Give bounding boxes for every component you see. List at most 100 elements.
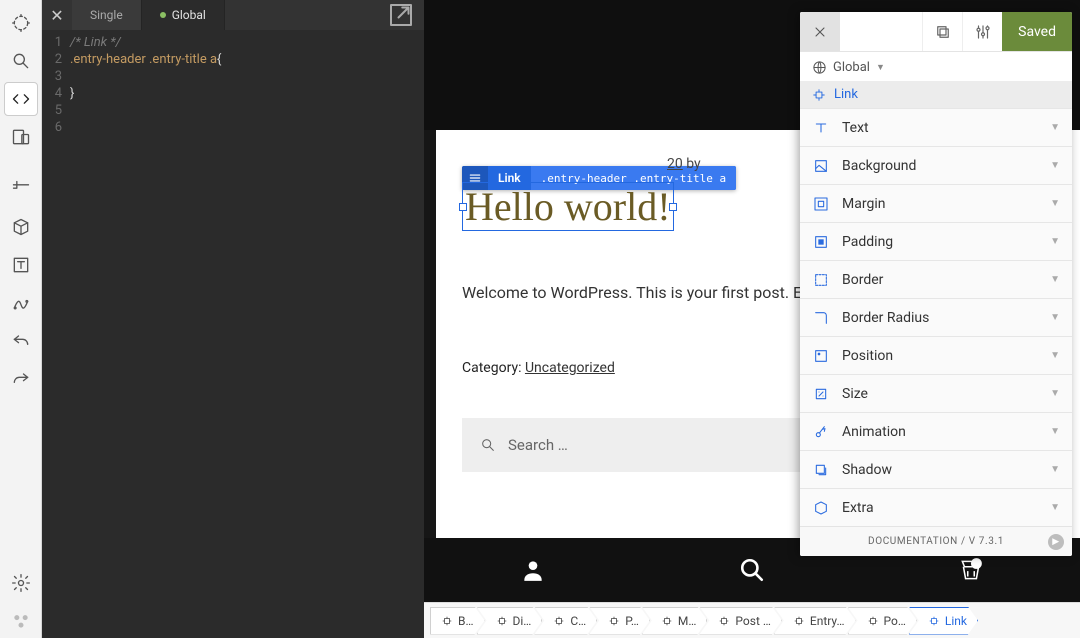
section-label: Border Radius bbox=[842, 310, 929, 326]
target-icon bbox=[553, 615, 565, 627]
section-extra[interactable]: Extra ▼ bbox=[800, 488, 1072, 526]
post-by-label: by bbox=[683, 156, 701, 172]
breadcrumb-seg[interactable]: Link bbox=[909, 607, 978, 635]
devices-icon[interactable] bbox=[4, 120, 38, 154]
breadcrumb-seg[interactable]: Di… bbox=[477, 607, 543, 635]
code-icon[interactable] bbox=[4, 82, 38, 116]
code-tabs: ✕ Single Global bbox=[42, 0, 424, 30]
selected-element-row[interactable]: Link bbox=[800, 81, 1072, 108]
section-margin[interactable]: Margin▼ bbox=[800, 184, 1072, 222]
play-icon[interactable]: ▶ bbox=[1048, 534, 1064, 550]
chevron-down-icon: ▼ bbox=[1050, 312, 1060, 323]
section-text[interactable]: Text▼ bbox=[800, 108, 1072, 146]
target-icon bbox=[441, 615, 453, 627]
search-icon[interactable] bbox=[4, 44, 38, 78]
section-label: Extra bbox=[842, 500, 874, 516]
section-label: Shadow bbox=[842, 462, 892, 478]
breadcrumb-label: Post … bbox=[735, 614, 770, 628]
section-size[interactable]: Size▼ bbox=[800, 374, 1072, 412]
copy-icon[interactable] bbox=[922, 12, 962, 51]
box-icon[interactable] bbox=[4, 210, 38, 244]
section-position[interactable]: Position ▼ bbox=[800, 336, 1072, 374]
code-editor[interactable]: 1/* Link */2.entry-header .entry-title a… bbox=[42, 30, 424, 638]
target-icon bbox=[812, 88, 826, 102]
section-label: Animation bbox=[842, 424, 906, 440]
section-icon bbox=[812, 271, 830, 289]
post-date-partial[interactable]: 20 bbox=[667, 156, 683, 172]
chevron-down-icon: ▼ bbox=[1050, 198, 1060, 209]
section-icon bbox=[812, 309, 830, 327]
section-animation[interactable]: Animation▼ bbox=[800, 412, 1072, 450]
section-label: Position bbox=[842, 348, 893, 364]
target-icon bbox=[867, 615, 879, 627]
search-icon bbox=[480, 437, 496, 453]
section-border[interactable]: Border ▼ bbox=[800, 260, 1072, 298]
section-background[interactable]: Background▼ bbox=[800, 146, 1072, 184]
chevron-down-icon: ▼ bbox=[1050, 122, 1060, 133]
left-toolbar bbox=[0, 0, 42, 638]
target-icon bbox=[718, 615, 730, 627]
section-icon bbox=[812, 233, 830, 251]
post-title-link[interactable]: Hello world! bbox=[462, 182, 674, 231]
selector-tool-icon[interactable] bbox=[4, 6, 38, 40]
chevron-down-icon: ▼ bbox=[1050, 274, 1060, 285]
section-icon bbox=[812, 119, 830, 137]
scope-label: Global bbox=[833, 60, 870, 75]
style-panel-top: Saved bbox=[800, 12, 1072, 52]
target-icon bbox=[608, 615, 620, 627]
chevron-down-icon: ▼ bbox=[876, 62, 885, 73]
section-padding[interactable]: Padding▼ bbox=[800, 222, 1072, 260]
saved-status: Saved bbox=[1002, 12, 1072, 51]
search-placeholder: Search … bbox=[508, 436, 568, 454]
selected-element-label: Link bbox=[834, 87, 858, 102]
breadcrumb-label: Di… bbox=[513, 614, 532, 628]
section-border-radius[interactable]: Border Radius ▼ bbox=[800, 298, 1072, 336]
chevron-down-icon: ▼ bbox=[1050, 502, 1060, 513]
breadcrumb-seg[interactable]: Entry… bbox=[774, 607, 856, 635]
section-label: Border bbox=[842, 272, 883, 288]
settings-sliders-icon[interactable] bbox=[962, 12, 1002, 51]
dom-breadcrumb: B… Di… C… P…M… Post … Entry…Po…Link bbox=[424, 602, 1080, 638]
section-shadow[interactable]: Shadow ▼ bbox=[800, 450, 1072, 488]
popout-icon[interactable] bbox=[386, 0, 416, 30]
tab-label: Global bbox=[172, 8, 206, 22]
breadcrumb-seg[interactable]: B… bbox=[430, 607, 485, 635]
chevron-down-icon: ▼ bbox=[1050, 388, 1060, 399]
breadcrumb-seg[interactable]: Post … bbox=[699, 607, 781, 635]
breadcrumb-seg[interactable]: M… bbox=[642, 607, 708, 635]
style-sections: Text▼Background▼Margin▼Padding▼Border▼Bo… bbox=[800, 108, 1072, 526]
chevron-down-icon: ▼ bbox=[1050, 236, 1060, 247]
close-code-panel-button[interactable]: ✕ bbox=[42, 0, 72, 30]
chevron-down-icon: ▼ bbox=[1050, 350, 1060, 361]
breadcrumb-label: C… bbox=[570, 614, 586, 628]
code-panel: ✕ Single Global 1/* Link */2.entry-heade… bbox=[42, 0, 424, 638]
breadcrumb-seg[interactable]: Po… bbox=[848, 607, 917, 635]
post-meta: 20 by bbox=[667, 156, 701, 172]
settings-icon[interactable] bbox=[4, 566, 38, 600]
account-icon[interactable] bbox=[424, 538, 643, 602]
close-panel-button[interactable] bbox=[800, 12, 840, 51]
target-icon bbox=[496, 615, 508, 627]
undo-icon[interactable] bbox=[4, 324, 38, 358]
modules-icon[interactable] bbox=[4, 604, 38, 638]
breadcrumb-label: P… bbox=[625, 614, 639, 628]
breadcrumb-seg[interactable]: C… bbox=[534, 607, 597, 635]
target-icon bbox=[793, 615, 805, 627]
section-icon bbox=[812, 157, 830, 175]
typography-icon[interactable] bbox=[4, 248, 38, 282]
redo-icon[interactable] bbox=[4, 362, 38, 396]
lint-icon[interactable] bbox=[4, 286, 38, 320]
section-icon bbox=[812, 499, 830, 517]
scope-selector[interactable]: Global ▼ bbox=[800, 52, 1072, 81]
ruler-icon[interactable] bbox=[4, 172, 38, 206]
chevron-down-icon: ▼ bbox=[1050, 160, 1060, 171]
category-label: Category: bbox=[462, 360, 525, 376]
tab-single[interactable]: Single bbox=[72, 0, 142, 30]
tab-global[interactable]: Global bbox=[142, 0, 225, 30]
category-link[interactable]: Uncategorized bbox=[525, 360, 615, 376]
breadcrumb-seg[interactable]: P… bbox=[589, 607, 650, 635]
style-panel: Saved Global ▼ Link Text▼Background▼Marg… bbox=[800, 12, 1072, 556]
panel-footer: DOCUMENTATION / V 7.3.1 ▶ bbox=[800, 526, 1072, 556]
section-icon bbox=[812, 461, 830, 479]
chevron-down-icon: ▼ bbox=[1050, 464, 1060, 475]
